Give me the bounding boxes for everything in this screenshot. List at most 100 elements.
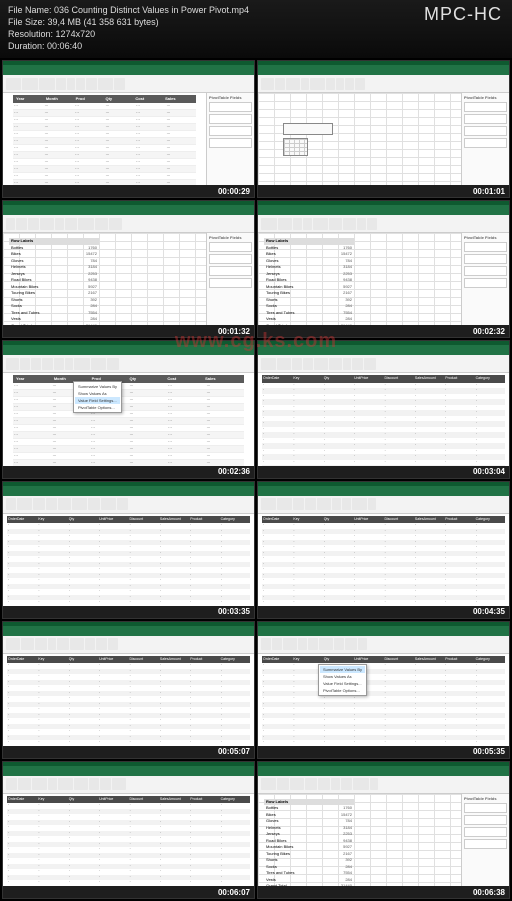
ribbon-tab[interactable] (292, 358, 303, 370)
ribbon-tab[interactable] (261, 218, 277, 230)
ribbon-tab[interactable] (272, 638, 283, 650)
thumbnail[interactable]: Row Labels Bottles1760 Bikes15472 Gloves… (257, 200, 510, 338)
pivot-placeholder[interactable] (283, 123, 333, 159)
ribbon-tab[interactable] (329, 218, 341, 230)
table-header[interactable]: OrderDateKeyQtyUnitPriceDiscountSalesAmo… (7, 796, 250, 804)
menu-item[interactable]: Summarize Values By (320, 666, 365, 673)
ribbon-tab[interactable] (35, 638, 47, 650)
ribbon-tab[interactable] (57, 638, 69, 650)
ribbon-tab[interactable] (286, 78, 300, 90)
thumbnail[interactable]: PivotTable Fields 00:01:01 (257, 60, 510, 198)
ribbon-tab[interactable] (368, 498, 376, 510)
ribbon-tab[interactable] (65, 218, 77, 230)
ribbon-tab[interactable] (40, 218, 54, 230)
table-row[interactable]: ·················· (13, 173, 196, 180)
table-row[interactable]: ·················· (13, 439, 244, 446)
ribbon-tab[interactable] (317, 498, 332, 510)
excel-ribbon-titlebar[interactable] (3, 766, 254, 776)
table-row[interactable]: ·················· (13, 411, 244, 418)
ribbon-tab[interactable] (58, 498, 71, 510)
ribbon-tab[interactable] (72, 498, 87, 510)
ribbon-tabs[interactable] (258, 75, 509, 93)
pivot-table[interactable]: Row Labels Bottles1760 Bikes15472 Gloves… (264, 238, 354, 325)
ribbon-tab[interactable] (261, 498, 276, 510)
fields-list[interactable] (464, 102, 507, 112)
ribbon-tab[interactable] (89, 778, 100, 790)
context-menu[interactable]: Summarize Values ByShow Values AsValue F… (73, 381, 122, 413)
data-table[interactable]: YearMonthProdQtyCostSales ··············… (13, 375, 244, 465)
ribbon-tab[interactable] (109, 218, 122, 230)
ribbon-tab[interactable] (326, 78, 334, 90)
rows-area[interactable] (464, 827, 507, 837)
ribbon-tab[interactable] (74, 358, 90, 370)
ribbon-tab[interactable] (33, 498, 45, 510)
ribbon-tab[interactable] (17, 498, 32, 510)
ribbon-tab[interactable] (314, 358, 328, 370)
ribbon-tab[interactable] (6, 638, 20, 650)
ribbon-tab[interactable] (28, 218, 39, 230)
ribbon-tabs[interactable] (3, 496, 254, 514)
ribbon-tab[interactable] (96, 638, 108, 650)
ribbon-tab[interactable] (301, 78, 309, 90)
table-header[interactable]: OrderDateKeyQtyUnitPriceDiscountSalesAmo… (7, 656, 250, 664)
ribbon-tab[interactable] (48, 778, 58, 790)
pivot-fields-panel[interactable]: PivotTable Fields (461, 233, 509, 325)
ribbon-tab[interactable] (20, 358, 31, 370)
table-header[interactable]: OrderDateKeyQtyUnitPriceDiscountSalesAmo… (7, 516, 250, 524)
ribbon-tab[interactable] (290, 778, 304, 790)
ribbon-tab[interactable] (91, 358, 106, 370)
thumbnail[interactable]: YearMonthProdQtyCostSales ··············… (2, 340, 255, 478)
ribbon-tab[interactable] (332, 498, 341, 510)
table-row[interactable]: ·················· (13, 117, 196, 124)
filters-area[interactable] (464, 815, 507, 825)
ribbon-tab[interactable] (277, 778, 289, 790)
excel-ribbon-titlebar[interactable] (258, 345, 509, 355)
ribbon-tab[interactable] (298, 638, 306, 650)
ribbon-tab[interactable] (101, 498, 116, 510)
excel-ribbon-titlebar[interactable] (258, 766, 509, 776)
ribbon-tab[interactable] (345, 78, 354, 90)
ribbon-tabs[interactable] (258, 355, 509, 373)
table-row[interactable]: ·················· (13, 145, 196, 152)
ribbon-tab[interactable] (98, 78, 113, 90)
ribbon-tab[interactable] (39, 78, 55, 90)
ribbon-tab[interactable] (117, 498, 128, 510)
ribbon-tab[interactable] (343, 358, 351, 370)
excel-ribbon-titlebar[interactable] (258, 65, 509, 75)
pivot-table[interactable]: Row Labels Bottles1760 Bikes15472 Gloves… (264, 799, 354, 886)
table-row[interactable]: ·················· (13, 390, 244, 397)
table-row[interactable]: ·················· (13, 432, 244, 439)
data-model-table[interactable]: OrderDateKeyQtyUnitPriceDiscountSalesAmo… (262, 516, 505, 606)
ribbon-tab[interactable] (16, 218, 27, 230)
ribbon-tab[interactable] (283, 638, 297, 650)
ribbon-tab[interactable] (336, 78, 344, 90)
table-row[interactable]: ·················· (13, 425, 244, 432)
ribbon-tab[interactable] (42, 358, 53, 370)
ribbon-tab[interactable] (310, 78, 325, 90)
ribbon-tab[interactable] (303, 218, 312, 230)
data-table[interactable]: YearMonthProdQtyCostSales ··············… (13, 95, 196, 185)
ribbon-tab[interactable] (342, 498, 351, 510)
data-model-table[interactable]: OrderDateKeyQtyUnitPriceDiscountSalesAmo… (262, 656, 505, 746)
values-area[interactable] (464, 278, 507, 288)
table-row[interactable]: ·················· (13, 152, 196, 159)
ribbon-tab[interactable] (46, 498, 57, 510)
ribbon-tab[interactable] (358, 638, 367, 650)
ribbon-tabs[interactable] (258, 496, 509, 514)
thumbnail[interactable]: OrderDateKeyQtyUnitPriceDiscountSalesAmo… (2, 761, 255, 899)
ribbon-tab[interactable] (6, 498, 16, 510)
menu-item[interactable]: PivotTable Options... (320, 687, 365, 694)
table-header[interactable]: OrderDateKeyQtyUnitPriceDiscountSalesAmo… (262, 375, 505, 383)
data-model-table[interactable]: OrderDateKeyQtyUnitPriceDiscountSalesAmo… (7, 516, 250, 606)
ribbon-tab[interactable] (364, 358, 377, 370)
ribbon-tab[interactable] (308, 638, 318, 650)
ribbon-tab[interactable] (334, 638, 344, 650)
ribbon-tab[interactable] (88, 498, 100, 510)
ribbon-tab[interactable] (355, 78, 365, 90)
table-row[interactable]: ·················· (13, 159, 196, 166)
pivot-box[interactable] (283, 123, 333, 135)
ribbon-tab[interactable] (303, 358, 313, 370)
filters-area[interactable] (464, 254, 507, 264)
ribbon-tab[interactable] (331, 778, 340, 790)
filters-area[interactable] (209, 114, 252, 124)
